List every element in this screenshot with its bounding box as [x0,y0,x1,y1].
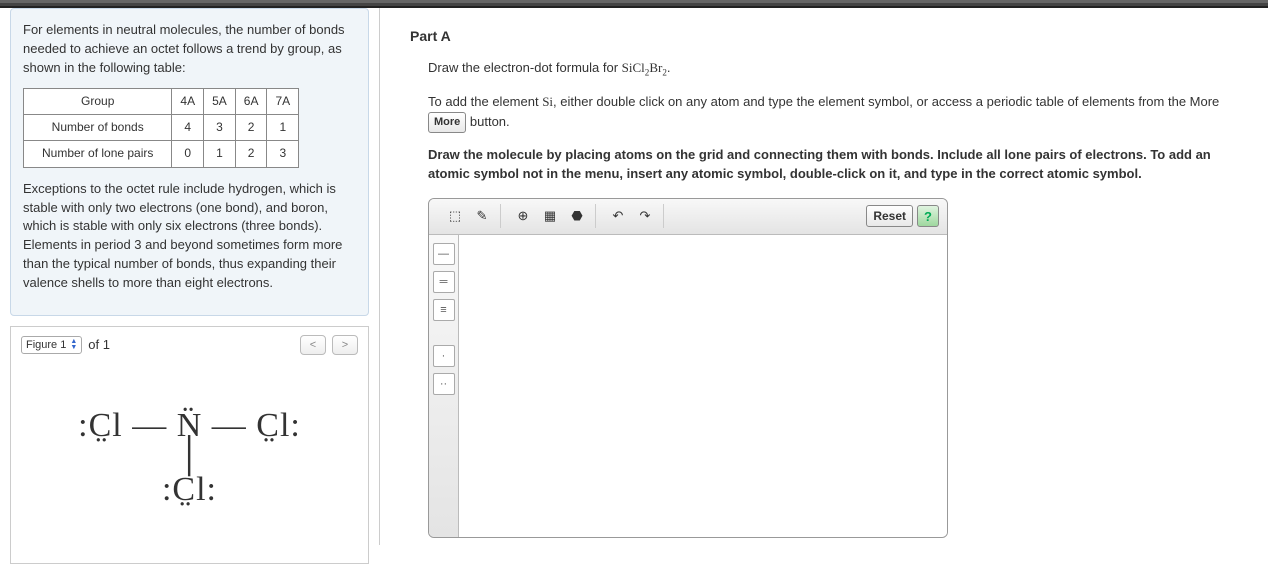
figure-panel: Figure 1 ▲▼ of 1 < > :C̤l — N̈ — C̤l: │ … [10,326,369,564]
lasso-tool-icon[interactable]: ✎ [470,204,494,228]
lone-pair-two-icon[interactable]: ·· [433,373,455,395]
draw-area[interactable] [459,235,947,537]
add-element-text: To add the element Si, either double cli… [428,92,1238,132]
periodic-table-icon[interactable]: ▦ [538,204,562,228]
bold-instructions: Draw the molecule by placing atoms on th… [428,145,1238,184]
figure-selector[interactable]: Figure 1 ▲▼ [21,336,82,354]
reset-button[interactable]: Reset [866,205,913,227]
figure-image: :C̤l — N̈ — C̤l: │ :C̤l: [11,363,368,563]
left-sidebar: For elements in neutral molecules, the n… [0,8,380,545]
add-atom-icon[interactable]: ⊕ [511,204,535,228]
question-area: Part A Draw the electron-dot formula for… [380,8,1268,545]
bond-table: Group 4A 5A 6A 7A Number of bonds 4 3 2 … [23,88,299,168]
figure-next-button[interactable]: > [332,335,358,355]
bond-palette: — ═ ≡ · ·· [429,235,459,537]
undo-icon[interactable]: ↶ [606,204,630,228]
select-tool-icon[interactable]: ⬚ [443,204,467,228]
double-bond-icon[interactable]: ═ [433,271,455,293]
notes-panel: For elements in neutral molecules, the n… [10,8,369,316]
triple-bond-icon[interactable]: ≡ [433,299,455,321]
lone-pair-one-icon[interactable]: · [433,345,455,367]
figure-prev-button[interactable]: < [300,335,326,355]
intro-text: For elements in neutral molecules, the n… [23,21,356,78]
part-title: Part A [410,28,1238,44]
redo-icon[interactable]: ↷ [633,204,657,228]
exceptions-text: Exceptions to the octet rule include hyd… [23,180,356,293]
single-bond-icon[interactable]: — [433,243,455,265]
figure-of-text: of 1 [88,337,110,352]
help-button[interactable]: ? [917,205,939,227]
question-text: Draw the electron-dot formula for SiCl2B… [428,58,1238,80]
spinner-icon[interactable]: ▲▼ [70,339,77,351]
canvas-toolbar: ⬚ ✎ ⊕ ▦ ⬣ ↶ ↷ Reset ? [429,199,947,235]
formula: SiCl2Br2 [622,60,667,75]
template-icon[interactable]: ⬣ [565,204,589,228]
drawing-canvas: ⬚ ✎ ⊕ ▦ ⬣ ↶ ↷ Reset ? — ═ [428,198,948,538]
more-button[interactable]: More [428,112,466,133]
